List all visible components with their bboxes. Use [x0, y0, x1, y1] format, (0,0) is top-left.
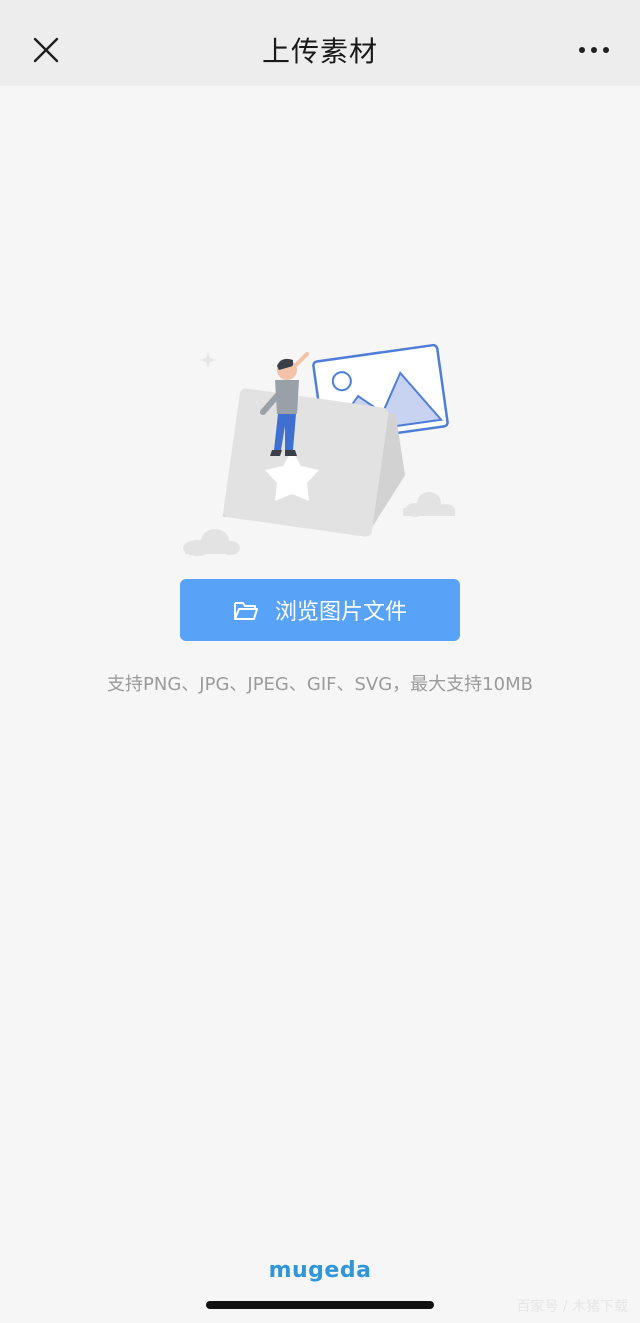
- more-button[interactable]: [570, 30, 618, 70]
- upload-page: 上传素材 浏览图片文件 支持PNG、JPG、JPEG、GIF、SVG，最大支持1…: [0, 0, 640, 1323]
- folder-card: [222, 388, 406, 537]
- folder-icon: [233, 602, 258, 620]
- sparkle-icon: [200, 352, 216, 368]
- more-icon: [579, 47, 585, 53]
- brand-logo: mugeda: [268, 1258, 372, 1283]
- browse-images-button[interactable]: 浏览图片文件: [180, 579, 460, 641]
- upload-illustration: [183, 343, 455, 556]
- more-icon-dot: [603, 47, 609, 53]
- watermark: 百家号 / 木猪下载: [516, 1299, 628, 1315]
- cloud-icon: [183, 529, 240, 556]
- nav-bar: 上传素材: [0, 0, 640, 86]
- home-indicator[interactable]: [206, 1301, 434, 1309]
- cloud-icon: [403, 492, 455, 517]
- more-icon-dot: [591, 47, 597, 53]
- page-title: 上传素材: [261, 35, 378, 68]
- file-support-hint: 支持PNG、JPG、JPEG、GIF、SVG，最大支持10MB: [107, 674, 533, 695]
- browse-button-label: 浏览图片文件: [274, 600, 407, 625]
